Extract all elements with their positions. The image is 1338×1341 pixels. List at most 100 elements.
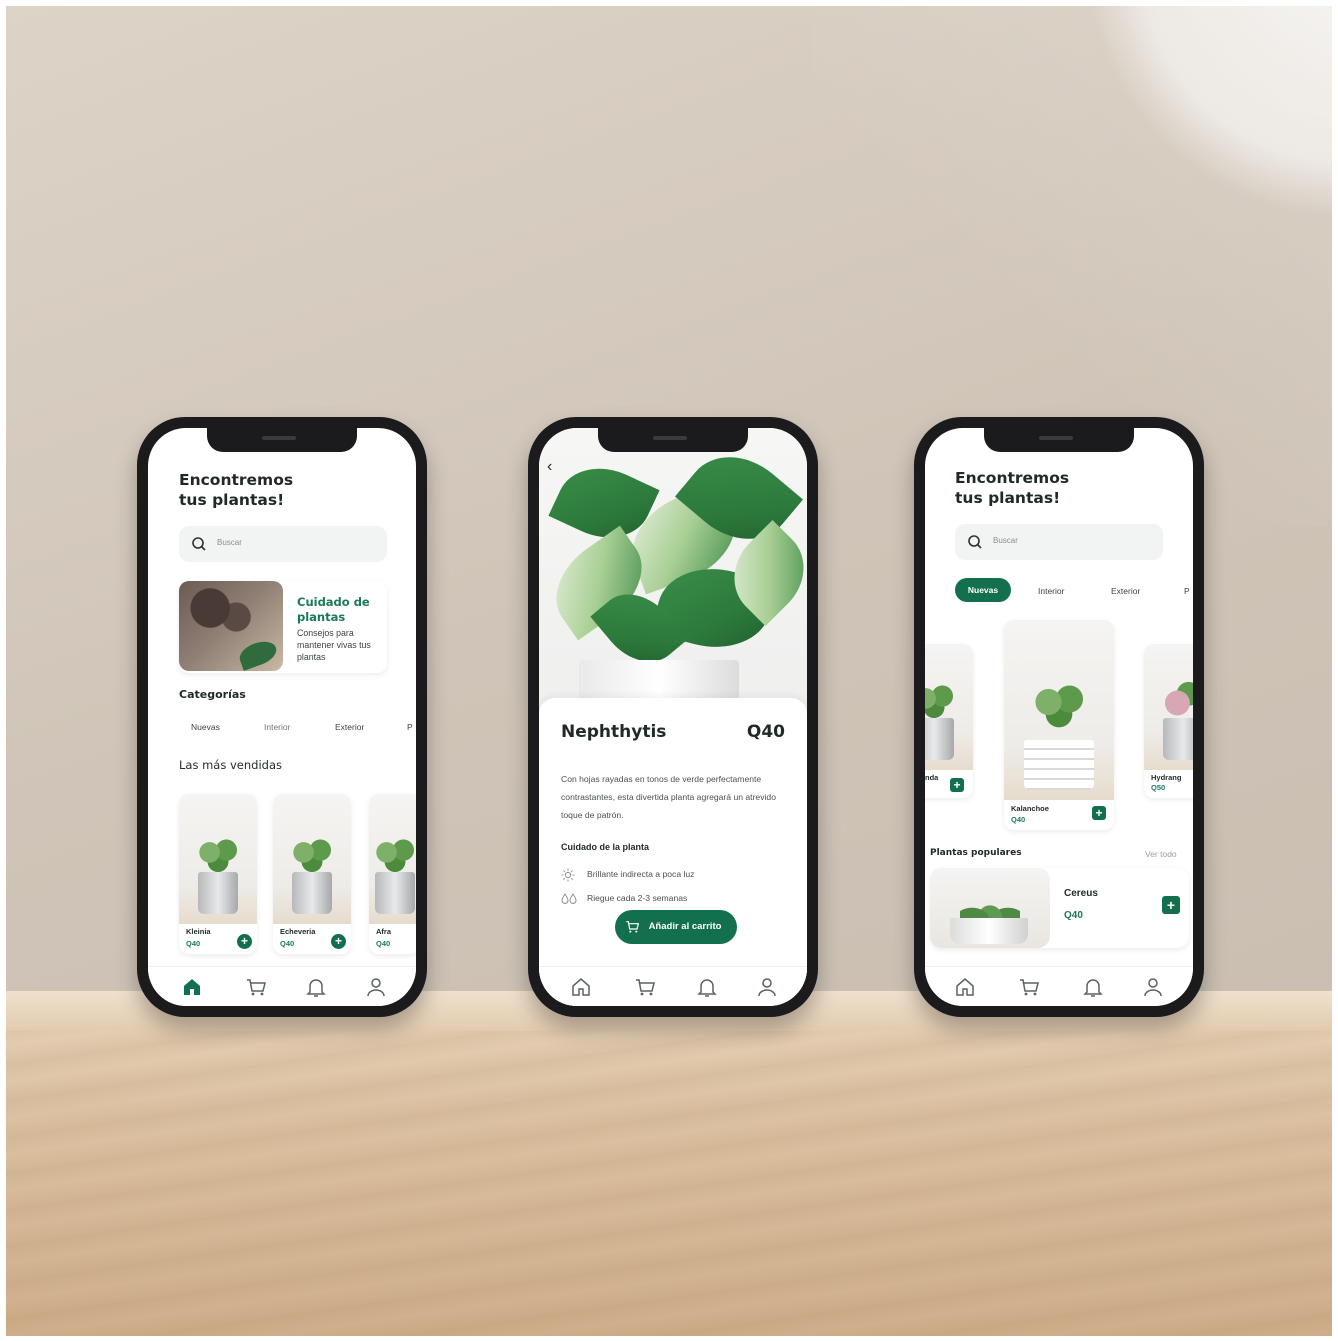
product-card[interactable]: Kleinia Q40 +	[179, 794, 257, 954]
carousel-card[interactable]: Hydrang Q50	[1144, 644, 1193, 798]
category-exterior[interactable]: Exterior	[1111, 586, 1140, 596]
tab-bar	[539, 966, 807, 1006]
carousel-card-featured[interactable]: Kalanchoe Q40 +	[1004, 620, 1114, 830]
sun-icon	[561, 868, 575, 882]
home-icon[interactable]	[569, 975, 593, 999]
search-icon	[192, 537, 206, 551]
screen-detail: ‹ Nephthytis Q40 Con hojas rayadas en to…	[539, 428, 807, 1006]
popular-price: Q40	[1064, 910, 1083, 921]
wooden-table	[6, 991, 1332, 1336]
user-icon[interactable]	[1141, 975, 1165, 999]
popular-heading: Plantas populares	[930, 848, 1022, 858]
back-icon[interactable]: ‹	[547, 458, 552, 476]
product-image	[179, 794, 257, 924]
cart-icon[interactable]	[1017, 975, 1041, 999]
add-button[interactable]: +	[1092, 806, 1106, 820]
bell-icon[interactable]	[1081, 975, 1105, 999]
add-button[interactable]: +	[1162, 896, 1180, 914]
user-icon[interactable]	[755, 975, 779, 999]
add-button[interactable]: +	[331, 934, 346, 949]
notch	[984, 428, 1134, 452]
screen-home-alt: Encontremos tus plantas! Buscar Nuevas I…	[925, 428, 1193, 1006]
product-price: Q40	[1011, 815, 1026, 824]
page-title: Encontremos tus plantas!	[955, 468, 1069, 508]
user-icon[interactable]	[364, 975, 388, 999]
product-price: Q40	[280, 939, 295, 948]
product-image	[1144, 644, 1193, 770]
care-title-line-2: plantas	[297, 610, 346, 624]
category-nuevas[interactable]: Nuevas	[191, 722, 220, 732]
category-exterior[interactable]: Exterior	[335, 722, 364, 732]
add-button[interactable]: +	[237, 934, 252, 949]
care-light: Brillante indirecta a poca luz	[587, 869, 695, 879]
category-more[interactable]: P	[407, 722, 413, 732]
add-to-cart-label: Añadir al carrito	[648, 921, 722, 932]
category-nuevas[interactable]: Nuevas	[955, 578, 1011, 602]
product-card[interactable]: Echeveria Q40 +	[273, 794, 351, 954]
title-line-1: Encontremos	[955, 469, 1070, 487]
cart-icon	[626, 921, 640, 933]
plant-hero-image	[539, 428, 807, 718]
carousel-card[interactable]: nda +	[925, 644, 973, 798]
phone-detail: ‹ Nephthytis Q40 Con hojas rayadas en to…	[528, 417, 818, 1017]
popular-name: Cereus	[1064, 888, 1098, 899]
product-name: Echeveria	[280, 927, 316, 936]
title-line-2: tus plantas!	[179, 491, 285, 509]
search-icon	[968, 535, 982, 549]
title-line-2: tus plantas!	[955, 489, 1061, 507]
care-image	[179, 581, 283, 671]
phone-home: Encontremos tus plantas! Buscar Cuidado …	[137, 417, 427, 1017]
product-image	[273, 794, 351, 924]
product-price: Q40	[376, 939, 391, 948]
mockup-scene: Encontremos tus plantas! Buscar Cuidado …	[6, 6, 1332, 1336]
plant-name: Nephthytis	[561, 722, 667, 742]
product-price: Q50	[1151, 783, 1166, 792]
bestsellers-heading: Las más vendidas	[179, 758, 283, 772]
category-interior[interactable]: Interior	[264, 722, 290, 732]
popular-image	[930, 868, 1050, 948]
search-placeholder: Buscar	[217, 538, 242, 547]
plant-price: Q40	[746, 722, 785, 742]
search-input[interactable]: Buscar	[955, 524, 1163, 560]
product-image	[1004, 620, 1114, 800]
categories-heading: Categorías	[179, 688, 246, 701]
care-heading: Cuidado de la planta	[561, 842, 650, 852]
see-all-link[interactable]: Ver todo	[1145, 849, 1177, 859]
home-icon[interactable]	[180, 975, 204, 999]
product-card[interactable]: Afra Q40	[369, 794, 416, 954]
page-title: Encontremos tus plantas!	[179, 470, 293, 510]
popular-card[interactable]: Cereus Q40 +	[930, 868, 1189, 948]
bell-icon[interactable]	[695, 975, 719, 999]
care-title-line-1: Cuidado de	[297, 595, 370, 609]
water-drops-icon	[561, 893, 577, 904]
notch	[207, 428, 357, 452]
add-to-cart-button[interactable]: Añadir al carrito	[615, 910, 737, 944]
care-description: Consejos para mantener vivas tus plantas	[297, 628, 371, 662]
add-button[interactable]: +	[950, 778, 964, 792]
product-image	[369, 794, 416, 924]
product-name: nda	[925, 773, 939, 782]
product-name: Afra	[376, 927, 392, 936]
product-image	[925, 644, 973, 770]
category-more[interactable]: P	[1184, 586, 1190, 596]
product-price: Q40	[186, 939, 201, 948]
product-name: Hydrang	[1151, 773, 1182, 782]
product-name: Kalanchoe	[1011, 804, 1049, 813]
cart-icon[interactable]	[633, 975, 657, 999]
home-icon[interactable]	[953, 975, 977, 999]
tab-bar	[148, 966, 416, 1006]
bell-icon[interactable]	[304, 975, 328, 999]
search-input[interactable]: Buscar	[179, 526, 387, 562]
plant-description: Con hojas rayadas en tonos de verde perf…	[561, 774, 776, 820]
tab-bar	[925, 966, 1193, 1006]
care-water: Riegue cada 2-3 semanas	[587, 893, 688, 903]
product-name: Kleinia	[186, 927, 211, 936]
care-card[interactable]: Cuidado de plantas Consejos para mantene…	[179, 581, 387, 673]
title-line-1: Encontremos	[179, 471, 294, 489]
notch	[598, 428, 748, 452]
search-placeholder: Buscar	[993, 536, 1018, 545]
screen-home: Encontremos tus plantas! Buscar Cuidado …	[148, 428, 416, 1006]
cart-icon[interactable]	[244, 975, 268, 999]
category-interior[interactable]: Interior	[1038, 586, 1064, 596]
phone-home-alt: Encontremos tus plantas! Buscar Nuevas I…	[914, 417, 1204, 1017]
